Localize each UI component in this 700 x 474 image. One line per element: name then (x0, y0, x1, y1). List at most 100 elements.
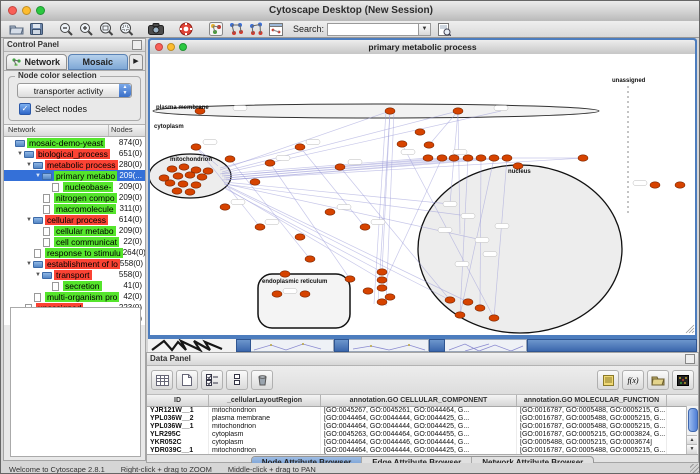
select-nodes-checkbox[interactable]: ✓ (19, 103, 31, 115)
disclosure-triangle-icon[interactable]: ▼ (25, 261, 33, 267)
tab-network[interactable]: Network (6, 54, 67, 70)
save-session-icon[interactable] (27, 22, 45, 37)
formula-icon[interactable]: f(x) (622, 370, 644, 390)
tree-row[interactable]: mosaic-demo-yeast874(0) (4, 137, 145, 148)
tree-row[interactable]: ▼establishment of lo558(0) (4, 258, 145, 269)
table-cell: YJR121W__1 (147, 407, 209, 415)
table-row[interactable]: YPL036W__2plasma membrane[GO:0044464, GO… (147, 415, 698, 423)
import-attributes-icon[interactable] (647, 370, 669, 390)
table-row[interactable]: YLR295Ccytoplasm[GO:0045263, GO:0044464,… (147, 431, 698, 439)
network-window-titlebar[interactable]: primary metabolic process (150, 40, 695, 54)
tree-row[interactable]: ▼transport558(0) (4, 269, 145, 280)
window-titlebar[interactable]: Cytoscape Desktop (New Session) (1, 1, 700, 22)
network-window-icon[interactable] (267, 22, 285, 37)
search-options-icon[interactable] (435, 22, 453, 37)
minimized-window-titlebar[interactable] (429, 339, 445, 352)
tree-row-node-count: 311(0) (119, 204, 145, 213)
attribute-checklist-icon[interactable] (201, 370, 223, 390)
tree-row[interactable]: ▼cellular process614(0) (4, 214, 145, 225)
tree-row[interactable]: cell communicat22(0) (4, 236, 145, 247)
network-view-window: primary metabolic process plasma membran… (148, 38, 697, 339)
table-row[interactable]: YJR121W__1mitochondrion[GO:0045267, GO:0… (147, 407, 698, 415)
tree-row[interactable]: nucleobase-209(0) (4, 181, 145, 192)
table-row[interactable]: YDR039C__1mitochondrion[GO:0044464, GO:0… (147, 447, 698, 455)
tree-column-network[interactable]: Network (4, 125, 109, 136)
zoom-in-icon[interactable] (77, 22, 95, 37)
control-panel-tabs: Network Mosaic ▶ (4, 52, 145, 71)
tree-row-node-count: 209(0) (119, 193, 145, 202)
disclosure-triangle-icon[interactable]: ▼ (16, 151, 24, 157)
tree-row[interactable]: response to stimulu264(0) (4, 247, 145, 258)
disclosure-triangle-icon[interactable]: ▼ (34, 272, 42, 278)
minimized-window-titlebar[interactable] (334, 339, 349, 352)
tree-row[interactable]: multi-organism pro42(0) (4, 291, 145, 302)
search-dropdown-arrow[interactable]: ▼ (419, 23, 431, 36)
minimized-window-titlebar[interactable] (527, 339, 697, 352)
network-tab-icon (12, 58, 21, 66)
file-icon (42, 194, 53, 202)
select-attributes-icon[interactable] (151, 370, 173, 390)
tree-column-nodes[interactable]: Nodes (109, 125, 145, 136)
table-column-header[interactable]: ID (147, 395, 209, 406)
create-attribute-icon[interactable] (176, 370, 198, 390)
table-scrollbar[interactable]: ▲ ▼ (686, 406, 698, 454)
scrollbar-thumb[interactable] (688, 408, 698, 432)
network-canvas[interactable]: plasma membranecytoplasmmitochondrionnuc… (150, 54, 695, 335)
tab-overflow-arrow[interactable]: ▶ (129, 54, 143, 70)
node-color-dropdown[interactable]: transporter activity ▲▼ (17, 83, 132, 98)
scroll-down-arrow[interactable]: ▼ (687, 444, 697, 454)
attribute-pair-icon[interactable] (226, 370, 248, 390)
table-row[interactable]: YKR052Ccytoplasm[GO:0044464, GO:0044446,… (147, 439, 698, 447)
tab-mosaic[interactable]: Mosaic (68, 54, 129, 70)
tree-row[interactable]: nitrogen compo209(0) (4, 192, 145, 203)
network-thumbnail[interactable] (148, 339, 236, 352)
tree-row-node-count: 614(0) (119, 215, 145, 224)
notepad-icon[interactable] (597, 370, 619, 390)
tree-row[interactable]: cellular metabo209(0) (4, 225, 145, 236)
float-panel-icon[interactable] (132, 40, 142, 50)
open-file-icon[interactable] (7, 22, 25, 37)
tree-row[interactable]: ▼metabolic process280(0) (4, 159, 145, 170)
search-input[interactable] (327, 23, 419, 36)
minimized-window[interactable] (349, 339, 429, 352)
search-label: Search: (293, 24, 324, 34)
zoom-selected-icon[interactable] (117, 22, 135, 37)
birdseye-view[interactable] (10, 307, 141, 457)
float-panel-icon[interactable] (685, 354, 695, 364)
table-column-header[interactable]: annotation.GO MOLECULAR_FUNCTION (517, 395, 667, 406)
folder-icon (33, 161, 44, 169)
table-cell: [GO:0045263, GO:0044464, GO:0044455, G..… (321, 431, 517, 439)
edit-network-alt-icon[interactable] (247, 22, 265, 37)
table-column-header[interactable]: annotation.GO CELLULAR_COMPONENT (321, 395, 517, 406)
minimized-window[interactable] (445, 339, 527, 352)
table-row[interactable]: YPL036W__1mitochondrion[GO:0044464, GO:0… (147, 423, 698, 431)
tree-row-label: biological_process (36, 149, 110, 159)
zoom-fit-icon[interactable] (97, 22, 115, 37)
table-cell: plasma membrane (209, 415, 321, 423)
select-nodes-label: Select nodes (35, 104, 87, 114)
matrix-icon[interactable] (672, 370, 694, 390)
disclosure-triangle-icon[interactable]: ▼ (25, 162, 33, 168)
status-bar: Welcome to Cytoscape 2.8.1 Right-click +… (1, 463, 700, 474)
tree-row-node-count: 209(0) (119, 226, 145, 235)
tree-row[interactable]: ▼primary metabo209(... (4, 170, 145, 181)
tree-row[interactable]: ▼biological_process651(0) (4, 148, 145, 159)
edit-network-icon[interactable] (227, 22, 245, 37)
disclosure-triangle-icon[interactable]: ▼ (34, 173, 42, 179)
help-lifesaver-icon[interactable] (177, 22, 195, 37)
table-column-header[interactable]: _cellularLayoutRegion (209, 395, 321, 406)
minimized-window[interactable] (251, 339, 334, 352)
table-cell: YPL036W__1 (147, 423, 209, 431)
vizmapper-icon[interactable] (207, 22, 225, 37)
disclosure-triangle-icon[interactable]: ▼ (25, 217, 33, 223)
resize-grip[interactable] (690, 464, 700, 474)
file-icon (33, 249, 44, 257)
delete-attribute-icon[interactable] (251, 370, 273, 390)
status-message: Welcome to Cytoscape 2.8.1 (9, 465, 105, 474)
folder-icon (42, 172, 53, 180)
snapshot-camera-icon[interactable] (147, 22, 165, 37)
minimized-window-titlebar[interactable] (236, 339, 251, 352)
tree-row[interactable]: macromolecule311(0) (4, 203, 145, 214)
tree-row[interactable]: secretion41(0) (4, 280, 145, 291)
zoom-out-icon[interactable] (57, 22, 75, 37)
